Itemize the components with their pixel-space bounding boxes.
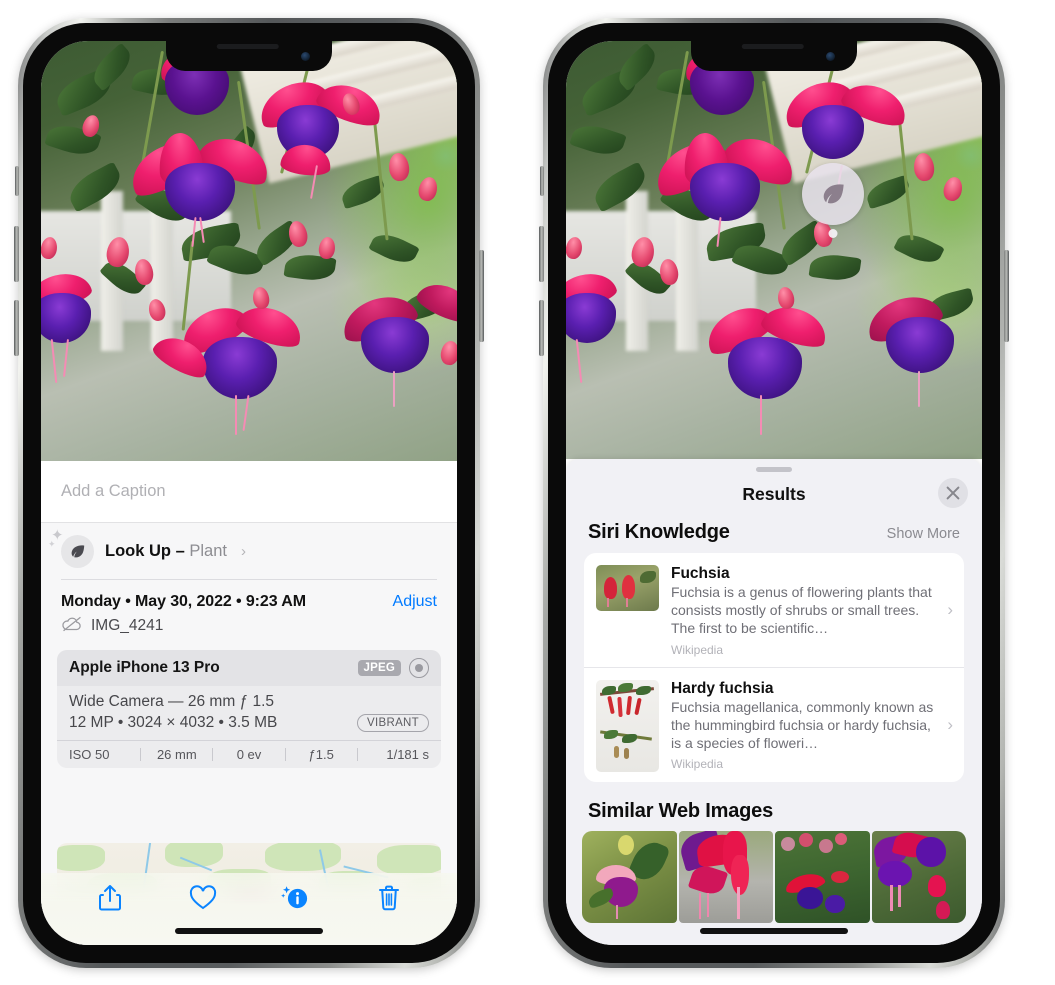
delete-button[interactable] [372,881,406,915]
right-iphone-device: Results Siri Knowledge Show More Fuchsia… [539,18,1009,968]
file-name: IMG_4241 [91,617,164,634]
home-indicator[interactable] [700,928,848,934]
aperture-icon [409,657,429,678]
metadata-body: Wide Camera — 26 mm ƒ 1.5 12 MP • 3024 ×… [57,686,441,740]
cloud-slash-icon [61,616,83,637]
left-iphone-device: Add a Caption ✦ ✦ Look Up – Plant › Mond… [14,18,484,968]
similar-web-images-strip[interactable] [566,830,982,923]
device-notch [166,41,332,71]
result-title: Hardy fuchsia [671,679,774,697]
photo-date: Monday • May 30, 2022 • 9:23 AM [61,592,306,610]
device-notch [691,41,857,71]
look-up-plant-row[interactable]: ✦ ✦ Look Up – Plant › [41,523,457,579]
visual-lookup-leaf-badge[interactable] [802,163,864,225]
result-thumbnail [596,565,659,611]
web-image-3[interactable] [775,830,870,923]
silent-switch[interactable] [540,166,544,196]
left-phone-bezel: Add a Caption ✦ ✦ Look Up – Plant › Mond… [23,23,475,963]
device-name: Apple iPhone 13 Pro [69,658,220,676]
sheet-title: Results [742,483,806,504]
siri-knowledge-header: Siri Knowledge Show More [566,516,982,553]
result-source: Wikipedia [671,757,724,772]
similar-web-images-header: Similar Web Images [566,782,982,831]
photo-toolbar [41,873,457,945]
adjust-date-button[interactable]: Adjust [393,593,437,611]
sheet-header: Results [566,472,982,516]
exif-exposure: 0 ev [236,746,262,762]
list-item[interactable]: Hardy fuchsia Fuchsia magellanica, commo… [584,666,964,782]
chevron-right-icon: › [947,599,953,619]
result-source: Wikipedia [671,642,724,657]
sparkle-small-icon: ✦ [48,539,56,549]
result-description: Fuchsia is a genus of flowering plants t… [671,584,932,636]
exif-shutter: 1/181 s [386,746,430,762]
date-row: Monday • May 30, 2022 • 9:23 AM Adjust [41,580,457,611]
close-icon[interactable] [938,478,968,508]
home-indicator[interactable] [175,928,323,934]
web-image-2[interactable] [678,830,773,923]
result-thumbnail [596,679,659,772]
look-up-subject: Plant [189,541,227,560]
photo-fuchsia-right[interactable] [566,41,982,459]
volume-down-button[interactable] [539,300,544,356]
list-item[interactable]: Fuchsia Fuchsia is a genus of flowering … [584,553,964,667]
earpiece-speaker [741,44,804,49]
format-badge: JPEG [357,659,401,676]
share-button[interactable] [93,881,127,915]
favorite-button[interactable] [186,881,220,915]
file-row: IMG_4241 [41,611,457,637]
exif-aperture: ƒ1.5 [308,746,334,762]
show-more-button[interactable]: Show More [887,526,960,542]
visual-lookup-results-sheet: Results Siri Knowledge Show More Fuchsia… [566,459,982,945]
right-phone-bezel: Results Siri Knowledge Show More Fuchsia… [548,23,1000,963]
leaf-icon [61,534,94,568]
photo-fuchsia-left[interactable] [41,41,457,461]
siri-knowledge-card: Fuchsia Fuchsia is a genus of flowering … [584,553,964,782]
photographic-style-badge: VIBRANT [357,713,429,732]
lens-line: Wide Camera — 26 mm ƒ 1.5 [69,692,275,710]
camera-metadata-card[interactable]: Apple iPhone 13 Pro JPEG Wide Camera — 2… [57,649,441,768]
volume-up-button[interactable] [539,226,544,282]
metadata-header: Apple iPhone 13 Pro JPEG [57,649,441,686]
right-phone-screen: Results Siri Knowledge Show More Fuchsia… [566,41,982,945]
chevron-right-icon: › [240,542,246,560]
photo-info-panel: Add a Caption ✦ ✦ Look Up – Plant › Mond… [41,461,457,945]
caption-placeholder: Add a Caption [61,482,166,500]
screenshot-stage: Add a Caption ✦ ✦ Look Up – Plant › Mond… [0,0,1055,985]
caption-field-row[interactable]: Add a Caption [41,461,457,523]
exif-focal: 26 mm [156,746,197,762]
earpiece-speaker [216,44,279,49]
exif-row: ISO 50 26 mm 0 ev ƒ1.5 1/181 s [57,739,441,768]
look-up-label: Look Up – Plant [105,541,227,560]
exif-iso: ISO 50 [69,746,110,762]
volume-down-button[interactable] [14,300,19,356]
volume-up-button[interactable] [14,226,19,282]
info-button[interactable] [279,881,313,915]
result-description: Fuchsia magellanica, commonly known as t… [671,698,934,751]
similar-web-images-title: Similar Web Images [588,799,773,822]
size-line: 12 MP • 3024 × 4032 • 3.5 MB [69,713,278,731]
front-camera-icon [301,52,310,61]
web-image-1[interactable] [582,830,677,923]
result-title: Fuchsia [671,565,730,582]
left-phone-screen: Add a Caption ✦ ✦ Look Up – Plant › Mond… [41,41,457,945]
web-image-4[interactable] [871,830,966,923]
siri-knowledge-title: Siri Knowledge [588,521,730,543]
chevron-right-icon: › [947,714,953,734]
front-camera-icon [826,52,835,61]
power-button[interactable] [1004,250,1009,342]
silent-switch[interactable] [15,166,19,196]
power-button[interactable] [479,250,484,342]
